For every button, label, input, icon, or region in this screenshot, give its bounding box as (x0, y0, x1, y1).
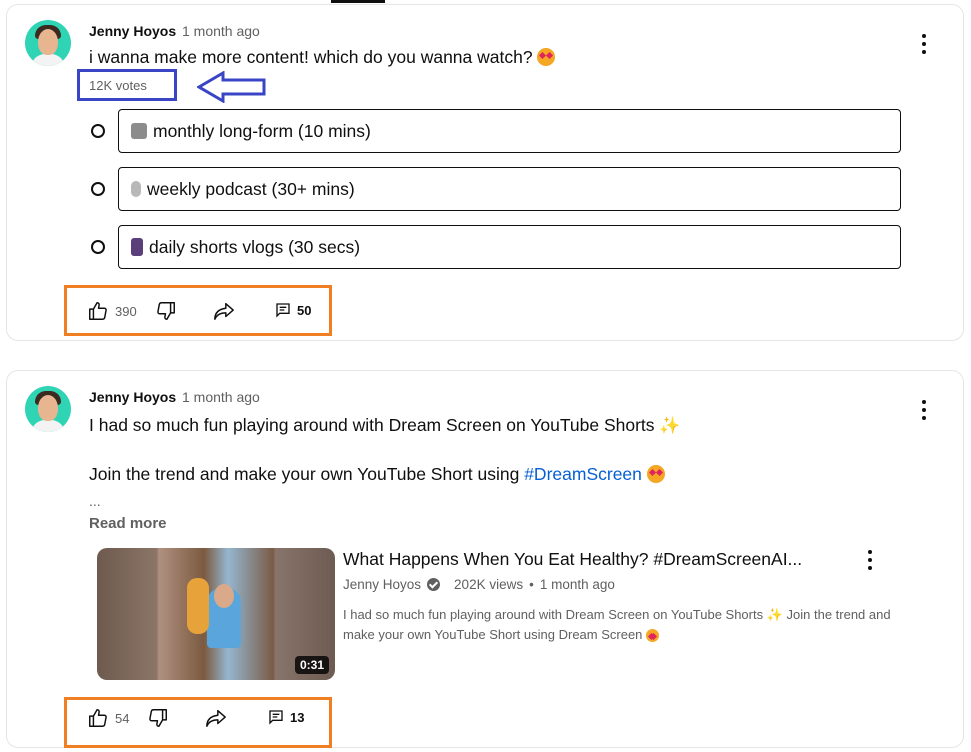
comment-count: 13 (290, 709, 305, 725)
poll-option-radio-3[interactable] (91, 240, 105, 254)
poll-option-label: daily shorts vlogs (30 secs) (149, 236, 361, 257)
comment-icon (269, 710, 283, 725)
thumbs-up-icon (89, 709, 107, 727)
video-thumbnail[interactable]: 0:31 (97, 548, 335, 680)
community-post-poll: Jenny Hoyos 1 month ago i wanna make mor… (6, 4, 964, 341)
poll-option-label: weekly podcast (30+ mins) (147, 178, 355, 199)
phone-icon (131, 238, 143, 256)
verified-check-icon (427, 578, 441, 591)
like-button[interactable]: 54 (87, 707, 129, 729)
poll-option-2[interactable]: weekly podcast (30+ mins) (118, 167, 901, 211)
thumbs-up-icon (89, 302, 107, 320)
video-meta: Jenny Hoyos 202K views • 1 month ago (343, 577, 615, 592)
read-more-button[interactable]: Read more (89, 515, 167, 532)
video-views: 202K views (454, 577, 524, 592)
microphone-icon (131, 181, 141, 197)
video-description: I had so much fun playing around with Dr… (343, 607, 891, 642)
poll-option-1[interactable]: monthly long-form (10 mins) (118, 109, 901, 153)
comment-icon (276, 303, 290, 318)
meta-separator: • (529, 577, 534, 592)
dislike-button[interactable] (147, 707, 169, 729)
poll-option-radio-2[interactable] (91, 182, 105, 196)
share-icon (214, 302, 234, 320)
sparkles-emoji-icon: ✨ (659, 416, 681, 435)
vote-count: 12K votes (89, 78, 147, 93)
hashtag-link[interactable]: #DreamScreen (524, 464, 642, 484)
avatar[interactable] (25, 20, 71, 66)
active-tab-indicator (331, 0, 385, 3)
camera-icon (131, 123, 147, 139)
thumbs-down-icon (157, 302, 175, 320)
comments-button[interactable]: 13 (268, 708, 304, 726)
avatar[interactable] (25, 386, 71, 432)
more-actions-icon[interactable] (921, 400, 927, 420)
like-count: 54 (115, 710, 130, 726)
post-text-line-1: I had so much fun playing around with Dr… (89, 415, 681, 435)
truncation-ellipsis: ... (89, 493, 101, 509)
video-age: 1 month ago (539, 577, 615, 592)
star-struck-emoji-icon (646, 629, 660, 642)
author-name[interactable]: Jenny Hoyos (89, 23, 176, 39)
comment-count: 50 (297, 302, 312, 318)
dislike-button[interactable] (155, 300, 177, 322)
thumbs-down-icon (149, 709, 167, 727)
comments-button[interactable]: 50 (275, 301, 311, 319)
post-text-line-2: Join the trend and make your own YouTube… (89, 464, 665, 485)
share-button[interactable] (204, 707, 228, 729)
more-actions-icon[interactable] (921, 34, 927, 54)
like-button[interactable]: 390 (87, 300, 137, 322)
video-channel[interactable]: Jenny Hoyos (343, 577, 421, 592)
video-duration: 0:31 (294, 656, 329, 674)
share-button[interactable] (212, 300, 236, 322)
post-time[interactable]: 1 month ago (182, 389, 260, 405)
video-more-actions-icon[interactable] (867, 550, 873, 570)
post-time[interactable]: 1 month ago (182, 23, 260, 39)
share-icon (206, 709, 226, 727)
poll-option-3[interactable]: daily shorts vlogs (30 secs) (118, 225, 901, 269)
annotation-arrow-icon (197, 71, 266, 103)
star-struck-emoji-icon (537, 48, 556, 66)
like-count: 390 (115, 303, 137, 319)
author-name[interactable]: Jenny Hoyos (89, 389, 176, 405)
video-title[interactable]: What Happens When You Eat Healthy? #Drea… (343, 549, 802, 570)
community-post-video: Jenny Hoyos 1 month ago I had so much fu… (6, 370, 964, 748)
star-struck-emoji-icon (646, 465, 665, 483)
poll-option-label: monthly long-form (10 mins) (153, 120, 371, 141)
post-text: i wanna make more content! which do you … (89, 47, 556, 68)
poll-option-radio-1[interactable] (91, 124, 105, 138)
